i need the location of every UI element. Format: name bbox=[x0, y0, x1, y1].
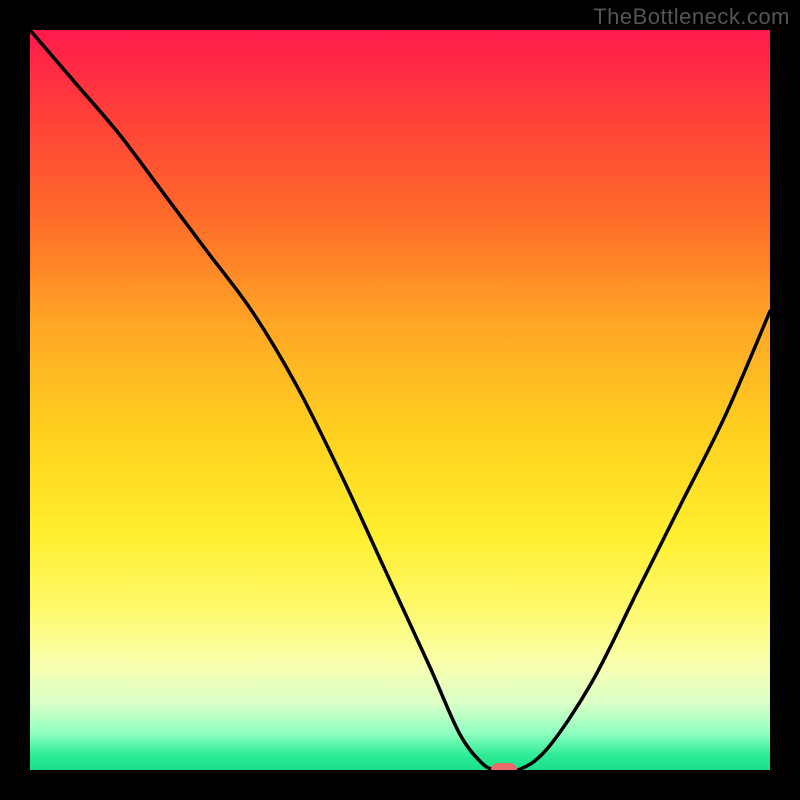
watermark-text: TheBottleneck.com bbox=[593, 4, 790, 30]
bottleneck-curve bbox=[30, 30, 770, 770]
optimal-point-marker bbox=[491, 763, 517, 770]
plot-area bbox=[30, 30, 770, 770]
chart-frame: TheBottleneck.com bbox=[0, 0, 800, 800]
